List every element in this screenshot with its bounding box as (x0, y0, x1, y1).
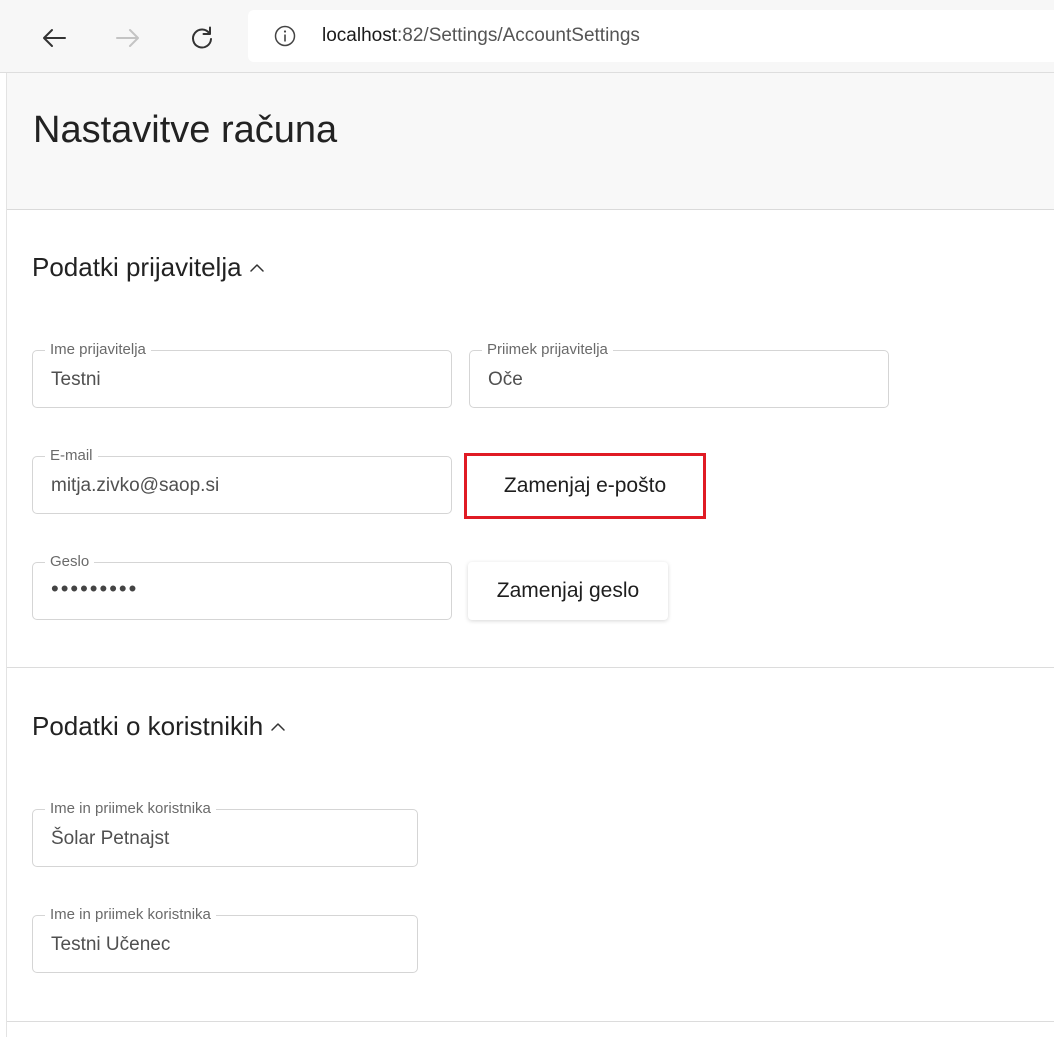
first-name-value: Testni (51, 369, 101, 390)
chevron-up-icon[interactable] (248, 259, 266, 277)
chevron-up-icon[interactable] (269, 718, 287, 736)
email-value: mitja.zivko@saop.si (51, 475, 220, 496)
email-field[interactable]: E-mail mitja.zivko@saop.si (32, 447, 452, 514)
password-value: ••••••••• (51, 576, 139, 601)
page-header: Nastavitve računa (7, 73, 1054, 210)
last-name-label: Priimek prijavitelja (482, 341, 613, 359)
section-title-users[interactable]: Podatki o koristnikih (32, 711, 287, 742)
back-button[interactable] (32, 16, 76, 60)
section-divider (7, 1021, 1054, 1022)
password-field[interactable]: Geslo ••••••••• (32, 553, 452, 620)
reload-icon (192, 26, 212, 49)
browser-toolbar: localhost:82/Settings/AccountSettings (0, 0, 1054, 73)
user-name-value: Šolar Petnajst (51, 828, 170, 849)
last-name-field[interactable]: Priimek prijavitelja Oče (469, 341, 889, 408)
email-label: E-mail (45, 447, 98, 465)
forward-button[interactable] (106, 16, 150, 60)
section-title-applicant[interactable]: Podatki prijavitelja (32, 252, 266, 283)
section-title-users-label: Podatki o koristnikih (32, 711, 264, 741)
url-host: localhost (322, 25, 397, 46)
arrow-left-icon (43, 29, 66, 47)
user-name-label: Ime in priimek koristnika (45, 906, 216, 924)
page-left-border (6, 73, 7, 1037)
change-email-button[interactable]: Zamenjaj e-pošto (464, 453, 706, 519)
user-name-field[interactable]: Ime in priimek koristnika Testni Učenec (32, 906, 418, 973)
user-name-value: Testni Učenec (51, 934, 171, 955)
user-name-label: Ime in priimek koristnika (45, 800, 216, 818)
url-path: :82/Settings/AccountSettings (397, 25, 640, 46)
change-password-button[interactable]: Zamenjaj geslo (468, 562, 668, 620)
section-divider (7, 667, 1054, 668)
first-name-field[interactable]: Ime prijavitelja Testni (32, 341, 452, 408)
user-name-field[interactable]: Ime in priimek koristnika Šolar Petnajst (32, 800, 418, 867)
first-name-label: Ime prijavitelja (45, 341, 151, 359)
last-name-value: Oče (488, 369, 523, 390)
address-bar[interactable]: localhost:82/Settings/AccountSettings (248, 10, 1054, 62)
arrow-right-icon (116, 29, 139, 47)
url-text[interactable]: localhost:82/Settings/AccountSettings (322, 25, 640, 47)
password-label: Geslo (45, 553, 95, 571)
info-icon[interactable] (274, 25, 296, 47)
page-title: Nastavitve računa (33, 109, 338, 151)
reload-button[interactable] (180, 16, 224, 60)
section-title-applicant-label: Podatki prijavitelja (32, 252, 242, 282)
